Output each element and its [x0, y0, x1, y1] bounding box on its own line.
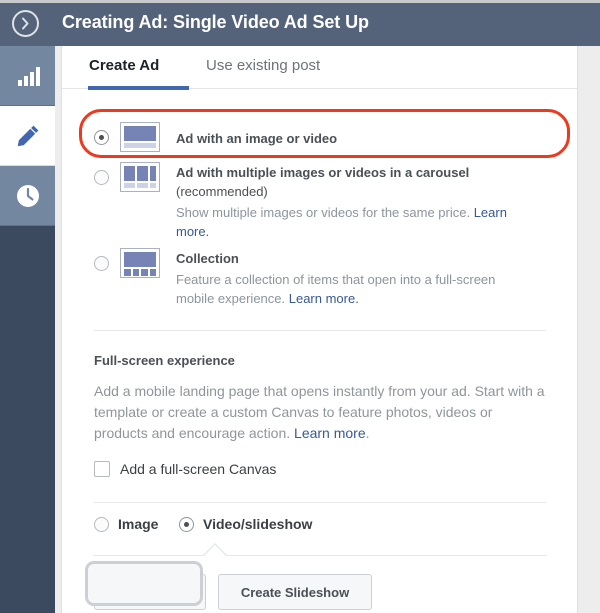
- ad-format-title-single: Ad with an image or video: [176, 131, 337, 146]
- pencil-icon: [13, 121, 43, 151]
- carousel-thumbnail: [120, 162, 160, 192]
- radio-media-video-slideshow[interactable]: [179, 517, 194, 532]
- radio-ad-with-image-or-video[interactable]: [94, 130, 109, 145]
- learn-more-link-collection[interactable]: Learn more.: [289, 291, 359, 306]
- fullscreen-section-description: Add a mobile landing page that opens ins…: [94, 381, 546, 444]
- sidebar-item-reporting[interactable]: [0, 46, 55, 106]
- fullscreen-section-title: Full-screen experience: [94, 353, 235, 368]
- main-panel: Create Ad Use existing post Ad with an i…: [61, 46, 578, 613]
- tab-bar: Create Ad Use existing post: [62, 46, 577, 89]
- sidebar-item-history[interactable]: [0, 166, 55, 226]
- radio-collection[interactable]: [94, 256, 109, 271]
- tab-create-ad[interactable]: Create Ad: [89, 57, 159, 74]
- ad-format-title-carousel: Ad with multiple images or videos in a c…: [176, 165, 469, 180]
- ad-format-desc-carousel: Show multiple images or videos for the s…: [176, 203, 512, 241]
- create-slideshow-button[interactable]: Create Slideshow: [218, 574, 372, 610]
- divider-media-type: [94, 555, 546, 556]
- media-label-image: Image: [118, 516, 158, 532]
- chevron-right-circle-icon[interactable]: [12, 10, 39, 37]
- notch-fill: [204, 545, 226, 556]
- clock-icon: [13, 181, 43, 211]
- single-image-thumbnail: [120, 122, 160, 152]
- ad-format-recommended-label: (recommended): [176, 184, 268, 199]
- app-root: Creating Ad: Single Video Ad Set Up: [0, 0, 600, 613]
- divider-after-canvas: [94, 502, 546, 503]
- radio-media-image[interactable]: [94, 517, 109, 532]
- select-video-button[interactable]: Select Video: [94, 574, 206, 610]
- left-nav-rail: [0, 46, 55, 613]
- media-label-video-slideshow: Video/slideshow: [203, 516, 312, 532]
- ad-format-title-collection: Collection: [176, 251, 239, 266]
- ad-format-desc-collection: Feature a collection of items that open …: [176, 270, 512, 308]
- learn-more-link-fullscreen[interactable]: Learn more: [294, 425, 366, 441]
- tab-use-existing-post[interactable]: Use existing post: [206, 57, 320, 74]
- header-top-edge: [0, 0, 600, 3]
- divider-after-formats: [94, 330, 546, 331]
- checkbox-add-fullscreen-canvas[interactable]: [94, 461, 110, 477]
- sidebar-item-create-edit[interactable]: [0, 106, 55, 166]
- collection-thumbnail: [120, 248, 160, 278]
- page-title: Creating Ad: Single Video Ad Set Up: [62, 12, 369, 33]
- radio-ad-with-carousel[interactable]: [94, 170, 109, 185]
- fullscreen-description-tail: .: [366, 425, 370, 441]
- tab-active-indicator: [88, 86, 189, 90]
- ad-format-desc-carousel-text: Show multiple images or videos for the s…: [176, 205, 474, 220]
- bar-chart-icon: [13, 61, 43, 91]
- checkbox-label-add-fullscreen-canvas: Add a full-screen Canvas: [120, 461, 276, 477]
- window-header: Creating Ad: Single Video Ad Set Up: [0, 0, 600, 46]
